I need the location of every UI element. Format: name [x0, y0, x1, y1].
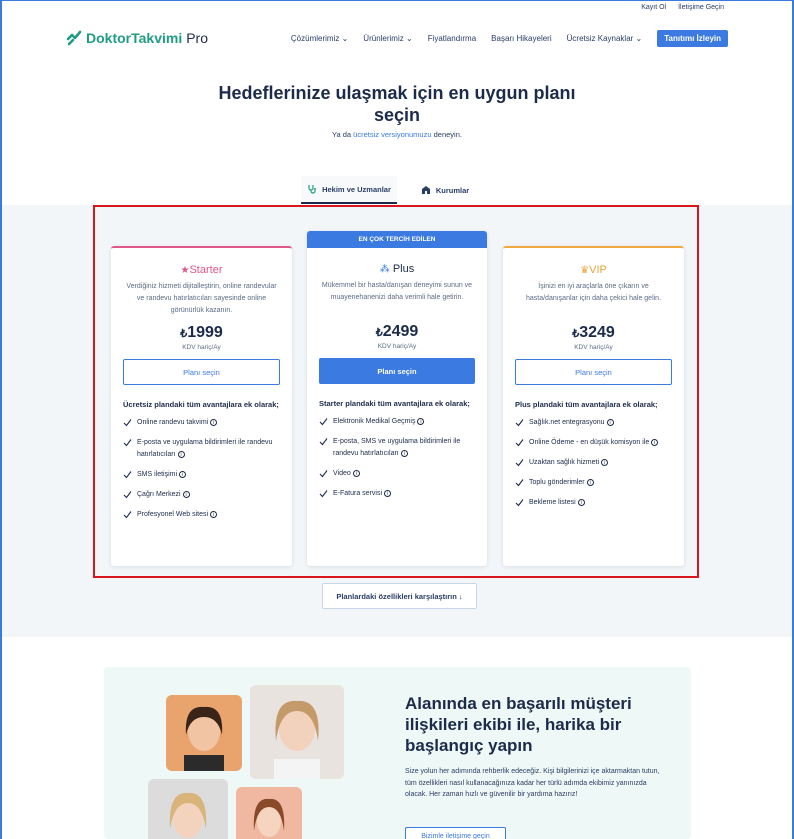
menu-item-success-stories[interactable]: Başarı Hikayeleri [491, 34, 551, 43]
register-link[interactable]: Kayıt Ol [641, 4, 666, 11]
tab-institutions[interactable]: Kurumlar [397, 176, 493, 204]
team-photo [166, 695, 242, 771]
highlight-outline [93, 205, 699, 578]
team-title: Alanında en başarılı müşteri ilişkileri … [405, 694, 632, 755]
contact-us-button[interactable]: Bizimle iletişime geçin [405, 827, 506, 839]
team-photo [250, 685, 344, 779]
logo-icon [66, 30, 82, 46]
building-icon [421, 186, 430, 194]
team-section: Alanında en başarılı müşteri ilişkileri … [104, 667, 691, 839]
audience-tabs: Hekim ve Uzmanlar Kurumlar [0, 176, 794, 204]
top-utility-bar: Kayıt Ol İletişime Geçin [641, 4, 724, 11]
tab-doctors[interactable]: Hekim ve Uzmanlar [301, 176, 397, 204]
brand-name: DoktorTakvimi [86, 30, 183, 46]
main-navigation: DoktorTakvimi Pro Çözümlerimiz ⌄ Ürünler… [66, 28, 728, 48]
watch-demo-button[interactable]: Tanıtımı İzleyin [657, 29, 728, 47]
team-photo [236, 787, 302, 839]
page-title: Hedeflerinize ulaşmak için en uygun plan… [218, 83, 576, 125]
menu-item-products[interactable]: Ürünlerimiz ⌄ [363, 34, 412, 43]
menu-item-solutions[interactable]: Çözümlerimiz ⌄ [291, 34, 348, 43]
brand-pro: Pro [186, 30, 209, 46]
team-description: Size yolun her adımında rehberlik edeceğ… [405, 768, 660, 798]
menu-item-pricing[interactable]: Fiyatlandırma [428, 34, 476, 43]
brand-logo[interactable]: DoktorTakvimi Pro [66, 30, 208, 46]
page-subtitle: Ya da ücretsiz versiyonumuzu deneyin. [332, 130, 462, 139]
team-photo [148, 779, 228, 839]
stethoscope-icon [308, 185, 317, 194]
free-version-link[interactable]: ücretsiz versiyonumuzu [353, 130, 431, 139]
compare-features-button[interactable]: Planlardaki özellikleri karşılaştırın ↓ [322, 583, 477, 609]
menu-item-free-resources[interactable]: Ücretsiz Kaynaklar ⌄ [567, 34, 643, 43]
nav-menu: Çözümlerimiz ⌄ Ürünlerimiz ⌄ Fiyatlandır… [291, 29, 728, 47]
contact-link[interactable]: İletişime Geçin [678, 4, 724, 11]
